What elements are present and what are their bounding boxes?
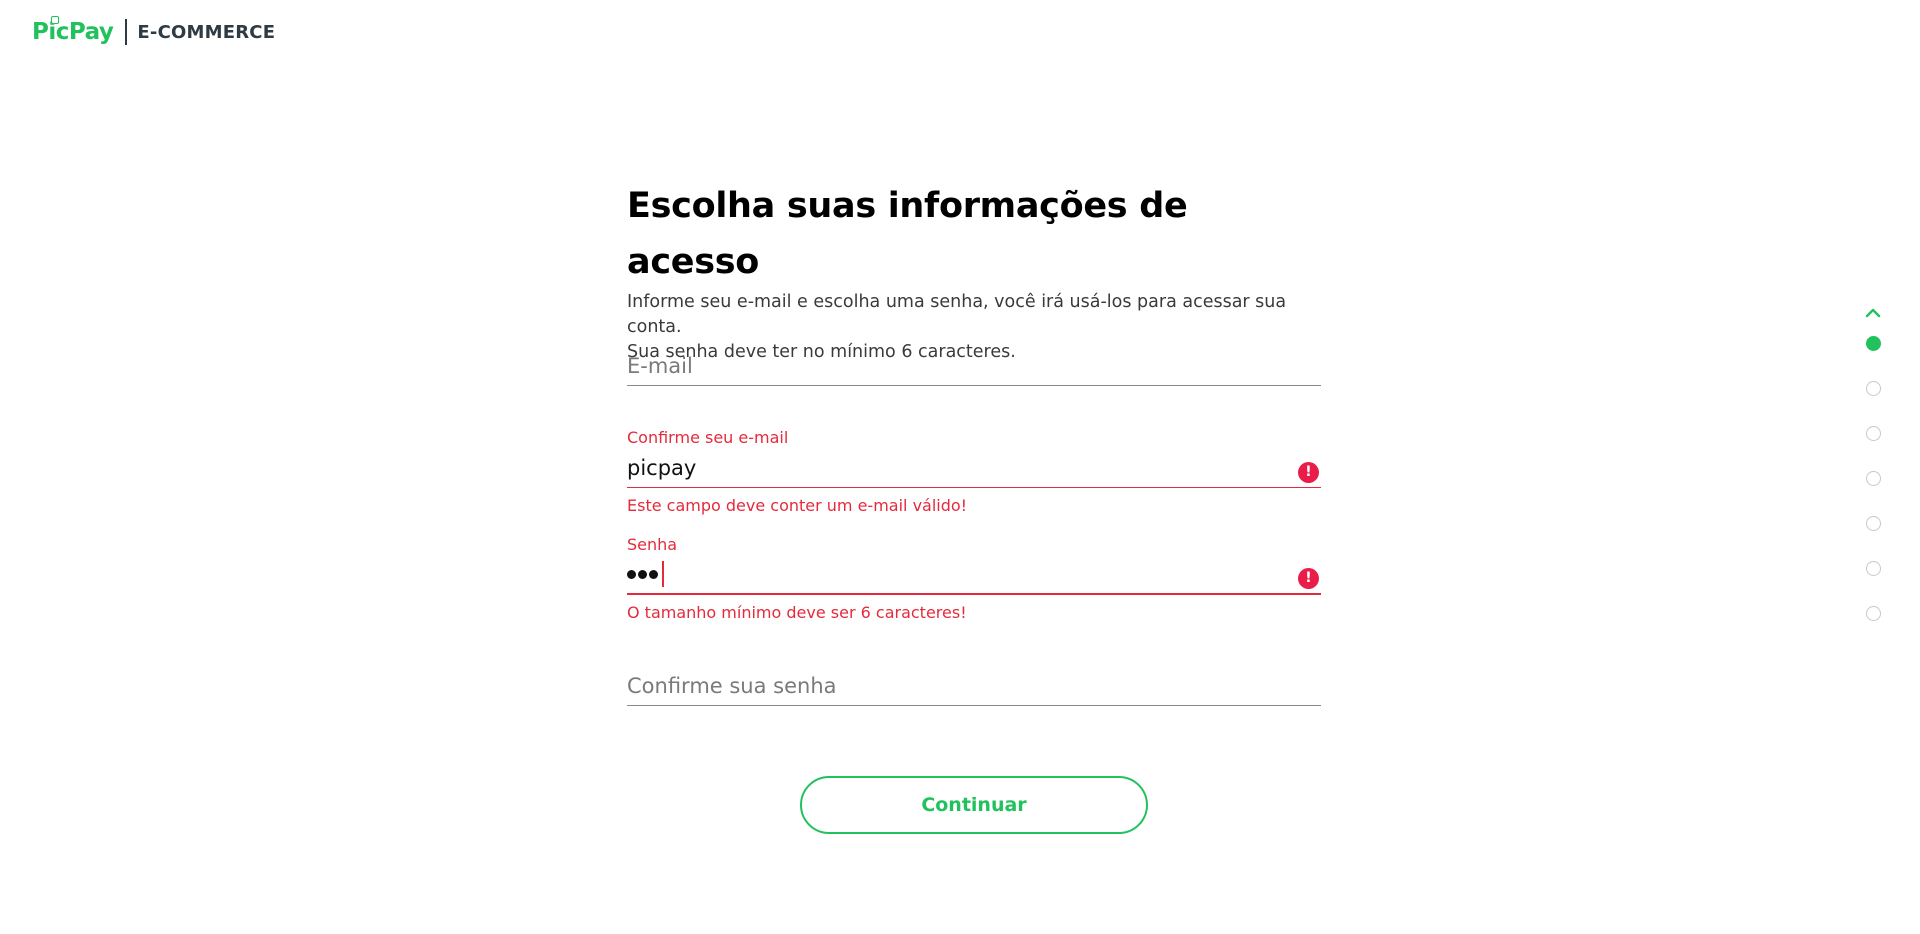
logo-brand: PicPay bbox=[32, 16, 114, 45]
confirm-password-field-group bbox=[627, 666, 1321, 706]
confirm-email-input[interactable] bbox=[627, 448, 1277, 487]
password-label: Senha bbox=[627, 535, 678, 554]
text-caret bbox=[662, 561, 664, 587]
password-error: O tamanho mínimo deve ser 6 caracteres! bbox=[627, 603, 967, 622]
email-input[interactable] bbox=[627, 346, 1277, 385]
password-field-group: Senha ! O tamanho mínimo deve ser 6 cara… bbox=[627, 535, 1321, 623]
step-dot-1[interactable] bbox=[1865, 336, 1881, 351]
confirm-password-input[interactable] bbox=[627, 666, 1277, 705]
step-dot-4[interactable] bbox=[1865, 471, 1881, 486]
chevron-up-icon[interactable] bbox=[1863, 303, 1883, 323]
form-header: Escolha suas informações de acesso Infor… bbox=[627, 178, 1321, 365]
step-dot-6[interactable] bbox=[1865, 561, 1881, 576]
confirm-email-label: Confirme seu e-mail bbox=[627, 428, 789, 447]
step-dot-7[interactable] bbox=[1865, 606, 1881, 621]
step-dot-5[interactable] bbox=[1865, 516, 1881, 531]
password-mask-dot bbox=[649, 569, 658, 579]
description-line-1: Informe seu e-mail e escolha uma senha, … bbox=[627, 292, 1287, 337]
password-field-row[interactable]: ! bbox=[627, 555, 1321, 595]
exclamation-circle-icon: ! bbox=[1298, 461, 1319, 483]
logo-section-text: E-COMMERCE bbox=[137, 21, 276, 43]
page-title: Escolha suas informações de acesso bbox=[627, 186, 1188, 282]
exclamation-circle-icon: ! bbox=[1298, 568, 1319, 589]
logo-separator bbox=[125, 19, 128, 45]
email-field-group bbox=[627, 346, 1321, 386]
confirm-password-field-row bbox=[627, 666, 1321, 706]
password-mask-dot bbox=[627, 569, 636, 579]
confirm-email-field-group: Confirme seu e-mail ! Este campo deve co… bbox=[627, 428, 1321, 516]
continue-button[interactable]: Continuar bbox=[800, 776, 1148, 834]
password-input[interactable] bbox=[627, 555, 664, 593]
email-field-row bbox=[627, 346, 1321, 386]
picpay-ecommerce-logo: PicPay E-COMMERCE bbox=[32, 16, 275, 48]
confirm-email-field-row: ! bbox=[627, 448, 1321, 488]
logo-dot-icon bbox=[51, 16, 59, 24]
step-navigation bbox=[1863, 303, 1883, 651]
step-dot-3[interactable] bbox=[1865, 426, 1881, 441]
logo-brand-text: PicPay bbox=[32, 19, 114, 45]
password-mask-dot bbox=[638, 569, 647, 579]
confirm-email-error: Este campo deve conter um e-mail válido! bbox=[627, 496, 968, 515]
step-dot-2[interactable] bbox=[1865, 381, 1881, 396]
